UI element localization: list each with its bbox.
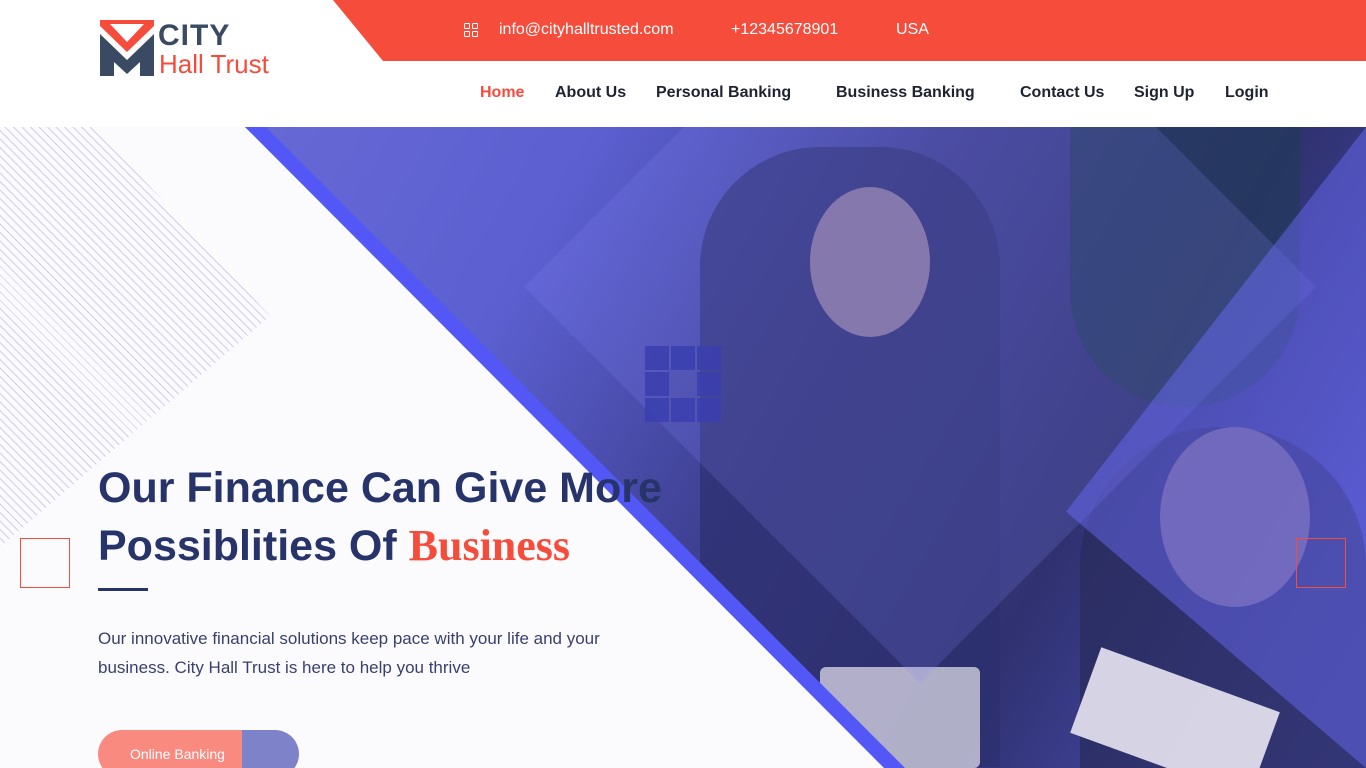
online-banking-label: Online Banking [98, 730, 242, 768]
headline-accent: Business [408, 521, 571, 570]
contact-phone[interactable]: +12345678901 [731, 21, 838, 39]
brand-logo[interactable]: CITY Hall Trust [100, 20, 280, 80]
headline-divider [98, 588, 148, 591]
nav-home[interactable]: Home [480, 84, 524, 102]
headline-line-1: Our Finance Can Give More [98, 464, 662, 512]
nav-sign-up[interactable]: Sign Up [1134, 84, 1194, 102]
nav-business-banking[interactable]: Business Banking [836, 84, 975, 102]
squares-icon [645, 346, 721, 422]
site-header: CITY Hall Trust info@cityhalltrusted.com… [0, 0, 1366, 127]
logo-icon [100, 20, 154, 76]
cta-arrow-block [242, 730, 299, 768]
hero-subtext: Our innovative financial solutions keep … [98, 629, 600, 677]
headline-line-2: Possiblities Of [98, 522, 409, 570]
online-banking-button[interactable]: Online Banking [98, 730, 299, 768]
slider-prev-button[interactable] [20, 538, 70, 588]
country-label: USA [896, 21, 929, 38]
slider-next-button[interactable] [1296, 538, 1346, 588]
nav-about-us[interactable]: About Us [555, 84, 626, 102]
hero-section: Our Finance Can Give More Possiblities O… [0, 127, 1366, 768]
nav-personal-banking[interactable]: Personal Banking [656, 84, 791, 102]
hero-headline: Our Finance Can Give More Possiblities O… [98, 460, 738, 575]
logo-text-hall-trust: Hall Trust [159, 49, 269, 79]
top-contact-bar [333, 0, 1366, 61]
grid-icon [464, 23, 478, 37]
nav-contact-us[interactable]: Contact Us [1020, 84, 1104, 102]
logo-text-city: CITY [158, 19, 231, 52]
contact-email[interactable]: info@cityhalltrusted.com [499, 21, 674, 39]
nav-login[interactable]: Login [1225, 84, 1269, 102]
